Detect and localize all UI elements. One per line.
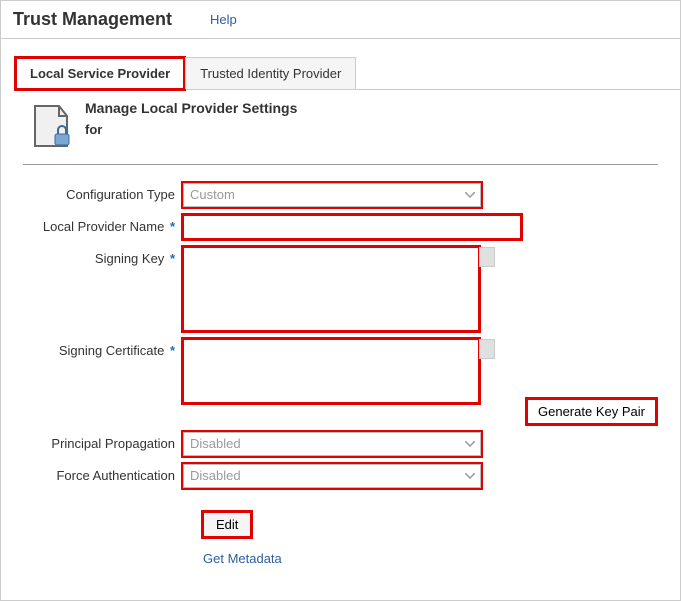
label-principal-propagation: Principal Propagation bbox=[21, 432, 183, 451]
principal-propagation-select[interactable]: Disabled bbox=[183, 432, 481, 456]
row-local-provider-name: Local Provider Name * bbox=[21, 215, 660, 239]
config-type-value: Custom bbox=[183, 183, 481, 207]
row-signing-certificate: Signing Certificate * Generate Key Pair bbox=[21, 339, 660, 424]
signing-key-textarea[interactable] bbox=[183, 247, 479, 331]
help-link[interactable]: Help bbox=[210, 12, 237, 27]
label-signing-certificate: Signing Certificate * bbox=[21, 339, 183, 358]
force-authentication-value: Disabled bbox=[183, 464, 481, 488]
subheader-title: Manage Local Provider Settings bbox=[85, 100, 297, 116]
required-mark: * bbox=[170, 343, 175, 358]
header: Trust Management Help bbox=[1, 1, 680, 39]
tab-local-service-provider[interactable]: Local Service Provider bbox=[15, 57, 185, 90]
label-local-provider-name: Local Provider Name * bbox=[21, 215, 183, 234]
document-lock-icon bbox=[29, 102, 73, 150]
required-mark: * bbox=[170, 251, 175, 266]
label-signing-key: Signing Key * bbox=[21, 247, 183, 266]
get-metadata-link[interactable]: Get Metadata bbox=[203, 551, 660, 566]
label-force-authentication: Force Authentication bbox=[21, 464, 183, 483]
form: Configuration Type Custom Local Provider… bbox=[1, 165, 680, 566]
scrollbar[interactable] bbox=[479, 339, 495, 359]
row-config-type: Configuration Type Custom bbox=[21, 183, 660, 207]
row-force-authentication: Force Authentication Disabled bbox=[21, 464, 660, 488]
signing-certificate-textarea[interactable] bbox=[183, 339, 479, 403]
tabs: Local Service Provider Trusted Identity … bbox=[15, 57, 680, 90]
subheader-for: for bbox=[85, 122, 297, 137]
scrollbar[interactable] bbox=[479, 247, 495, 267]
tab-trusted-identity-provider[interactable]: Trusted Identity Provider bbox=[185, 57, 356, 89]
principal-propagation-value: Disabled bbox=[183, 432, 481, 456]
buttons-section: Edit bbox=[203, 512, 660, 537]
generate-key-pair-button[interactable]: Generate Key Pair bbox=[527, 399, 656, 424]
edit-button[interactable]: Edit bbox=[203, 512, 251, 537]
row-principal-propagation: Principal Propagation Disabled bbox=[21, 432, 660, 456]
subheader: Manage Local Provider Settings for bbox=[1, 90, 680, 156]
required-mark: * bbox=[170, 219, 175, 234]
config-type-select[interactable]: Custom bbox=[183, 183, 481, 207]
force-authentication-select[interactable]: Disabled bbox=[183, 464, 481, 488]
subheader-text: Manage Local Provider Settings for bbox=[85, 100, 297, 137]
row-signing-key: Signing Key * bbox=[21, 247, 660, 331]
local-provider-name-input[interactable] bbox=[183, 215, 521, 239]
label-config-type: Configuration Type bbox=[21, 183, 183, 202]
page-title: Trust Management bbox=[13, 9, 172, 30]
